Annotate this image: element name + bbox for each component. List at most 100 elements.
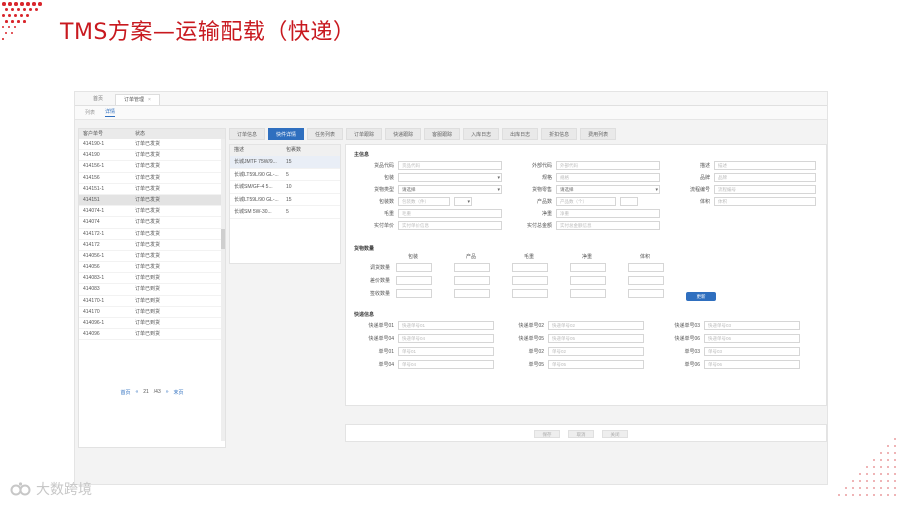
column-header: 体积 [640,254,651,260]
detail-tab[interactable]: 费用列表 [580,128,617,140]
close-icon[interactable]: × [148,97,151,103]
brand-input[interactable]: 品牌 [714,173,816,182]
table-row[interactable]: 414170-1 订单已到货 [79,296,225,307]
table-row[interactable]: 414096-1 订单已到货 [79,318,225,330]
decorative-dot [20,2,24,6]
tab-order-management[interactable]: 订单管理 × [115,94,160,105]
serial-number-input[interactable]: 单号06 [704,360,800,369]
column-header[interactable]: 状态 [131,129,145,139]
flow-no-input[interactable]: 流程编号 [714,185,816,194]
table-row[interactable]: 414056 订单已发货 [79,262,225,274]
external-code-input[interactable]: 外部代码 [556,161,660,170]
current-page[interactable]: 21 [143,389,149,395]
table-row[interactable]: 长城SM/GF-4 5... 10 [230,181,340,194]
table-row[interactable]: 414190 订单已发货 [79,150,225,162]
product-count-input[interactable]: 产品数（个） [556,197,616,206]
quantity-input[interactable] [512,263,548,272]
table-row[interactable]: 414156 订单已发货 [79,173,225,184]
decorative-dot [859,473,862,476]
table-row[interactable]: 414151 订单已发货 [79,194,225,207]
table-row[interactable]: 长城LT59L/90 GL-... 15 [230,194,340,206]
detail-tab[interactable]: 折扣信息 [541,128,578,140]
detail-tab[interactable]: 快递跟踪 [385,128,422,140]
serial-number-input[interactable]: 单号03 [704,347,800,356]
prev-page-icon[interactable]: « [135,389,138,395]
pkg-count-input[interactable]: 包装数（件） [398,197,450,206]
quantity-input[interactable] [396,263,432,272]
tracking-number-input[interactable]: 快递单号04 [398,334,494,343]
tab-home[interactable]: 首页 [85,94,111,105]
gross-weight-input[interactable]: 毛重 [398,209,502,218]
table-row[interactable]: 414074-1 订单已发货 [79,206,225,218]
table-row[interactable]: 长城LT59L/90 GL-... 5 [230,169,340,181]
spec-input[interactable]: 规格 [556,173,660,182]
subtab-detail[interactable]: 详情 [105,108,116,117]
scrollbar-thumb[interactable] [221,229,225,249]
tracking-number-input[interactable]: 快递单号03 [704,321,800,330]
description-input[interactable]: 描述 [714,161,816,170]
quantity-input[interactable] [628,289,664,298]
table-row[interactable]: 414056-1 订单已发货 [79,251,225,263]
quantity-input[interactable] [512,276,548,285]
quantity-input[interactable] [454,276,490,285]
decorative-dot [23,8,27,12]
save-button[interactable]: 保存 [534,430,560,438]
tracking-number-input[interactable]: 快递单号02 [548,321,644,330]
tracking-number-input[interactable]: 快递单号05 [548,334,644,343]
detail-tab[interactable]: 入库日志 [463,128,500,140]
quantity-input[interactable] [628,276,664,285]
quantity-input[interactable] [454,289,490,298]
quantity-input[interactable] [570,276,606,285]
quantity-input[interactable] [570,289,606,298]
table-row[interactable]: 414096 订单已到货 [79,329,225,341]
volume-input[interactable]: 体积 [714,197,816,206]
detail-tab[interactable]: 订单信息 [229,128,266,140]
actual-unit-input[interactable]: 实付单价信息 [398,221,502,230]
serial-number-input[interactable]: 单号04 [398,360,494,369]
quantity-input[interactable] [628,263,664,272]
quantity-input[interactable] [396,289,432,298]
table-row[interactable]: 414074 订单已发货 [79,217,225,229]
product-unit-input[interactable] [620,197,638,206]
table-row[interactable]: 414083 订单已到货 [79,284,225,296]
column-header[interactable]: 客户单号 [79,129,131,139]
detail-tab[interactable]: 客服跟踪 [424,128,461,140]
detail-tab[interactable]: 任务列表 [307,128,344,140]
quantity-input[interactable] [454,263,490,272]
quantity-input[interactable] [512,289,548,298]
first-page-link[interactable]: 首页 [120,389,130,396]
cargo-type-select[interactable]: 请选择 ▾ [398,185,502,194]
table-row[interactable]: 414151-1 订单已发货 [79,184,225,195]
cargo-code-input[interactable]: 货品代码 [398,161,502,170]
quantity-input[interactable] [570,263,606,272]
detail-tab[interactable]: 快件详情 [268,128,305,140]
table-row[interactable]: 414190-1 订单已发货 [79,139,225,151]
table-row[interactable]: 414170 订单已到货 [79,307,225,318]
table-row[interactable]: 长城SM 5W-30... 5 [230,206,340,219]
serial-number-input[interactable]: 单号02 [548,347,644,356]
tracking-number-input[interactable]: 快递单号06 [704,334,800,343]
order-status: 订单已发货 [135,219,161,226]
tracking-number-input[interactable]: 快递单号01 [398,321,494,330]
next-page-icon[interactable]: » [166,389,169,395]
quantity-input[interactable] [396,276,432,285]
subtab-list[interactable]: 列表 [85,109,95,116]
package-select[interactable]: ▾ [398,173,502,182]
table-row[interactable]: 长城JMTF 75W/9... 15 [230,156,340,169]
table-row[interactable]: 414156-1 订单已发货 [79,161,225,173]
serial-number-input[interactable]: 单号01 [398,347,494,356]
update-button[interactable]: 更新 [686,292,716,301]
net-weight-input[interactable]: 净重 [556,209,660,218]
cargo-spec-select[interactable]: 请选择 ▾ [556,185,660,194]
cancel-button[interactable]: 取消 [568,430,594,438]
detail-tab[interactable]: 订单跟踪 [346,128,383,140]
actual-total-input[interactable]: 实付总金额信息 [556,221,660,230]
detail-tab[interactable]: 出库日志 [502,128,539,140]
pkg-unit-select[interactable]: ▾ [454,197,472,206]
table-row[interactable]: 414172-1 订单已发货 [79,229,225,240]
last-page-link[interactable]: 末页 [174,389,184,396]
serial-number-input[interactable]: 单号05 [548,360,644,369]
table-row[interactable]: 414172 订单已发货 [79,240,225,251]
close-button[interactable]: 关闭 [602,430,628,438]
table-row[interactable]: 414083-1 订单已到货 [79,273,225,285]
